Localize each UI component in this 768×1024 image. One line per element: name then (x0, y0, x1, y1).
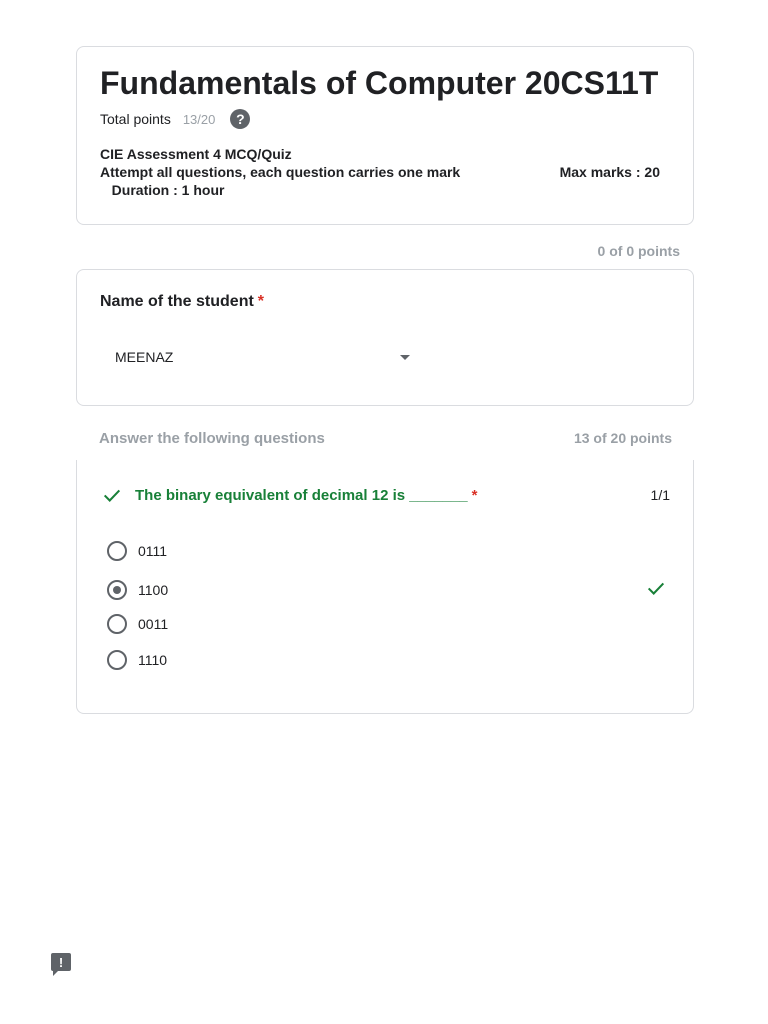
option-label: 1100 (138, 581, 169, 598)
answer-option[interactable]: 1100 (107, 577, 667, 602)
answer-option[interactable]: 0111 (107, 541, 667, 561)
checkmark-icon (645, 577, 667, 602)
required-asterisk: * (257, 293, 265, 310)
checkmark-icon (101, 484, 123, 506)
question-header: The binary equivalent of decimal 12 is _… (101, 484, 670, 506)
section-points: 13 of 20 points (573, 430, 672, 446)
radio-button[interactable] (107, 541, 127, 561)
option-label: 0111 (138, 543, 168, 559)
option-label: 1110 (138, 652, 168, 668)
dropdown-arrow-icon (400, 354, 410, 360)
description-line: Duration : 1 hour (100, 182, 225, 198)
max-marks: Max marks : 20 (559, 164, 660, 180)
section-points: 0 of 0 points (597, 243, 680, 259)
question-score: 1/1 (650, 487, 670, 503)
option-label: 0011 (138, 616, 169, 632)
feedback-icon[interactable]: ! (51, 953, 71, 976)
help-icon[interactable]: ? (230, 109, 251, 129)
answer-option[interactable]: 0011 (107, 614, 667, 634)
form-description: CIE Assessment 4 MCQ/Quiz Attempt all qu… (100, 145, 660, 199)
description-line: CIE Assessment 4 MCQ/Quiz (100, 146, 292, 162)
question-title-text: The binary equivalent of decimal 12 is _… (135, 486, 468, 504)
dropdown-selected-value: MEENAZ (115, 349, 174, 365)
total-points-row: Total points 13/20 ? (100, 109, 251, 129)
radio-button[interactable] (107, 650, 127, 670)
form-header-card: Fundamentals of Computer 20CS11T Total p… (76, 46, 694, 225)
question-card-binary: The binary equivalent of decimal 12 is _… (76, 460, 694, 714)
required-asterisk: * (471, 486, 478, 504)
radio-button[interactable] (107, 614, 127, 634)
total-points-label: Total points (100, 111, 171, 127)
total-points-value: 13/20 (182, 111, 216, 127)
question-title-text: Name of the student (100, 293, 254, 310)
radio-button-selected[interactable] (107, 579, 127, 600)
description-line: Attempt all questions, each question car… (100, 164, 461, 180)
question-title: The binary equivalent of decimal 12 is _… (135, 487, 478, 504)
form-title: Fundamentals of Computer 20CS11T (100, 65, 659, 101)
student-name-dropdown[interactable]: MEENAZ (100, 336, 430, 378)
question-card-name: Name of the student * MEENAZ (76, 269, 694, 406)
question-title: Name of the student * (100, 293, 264, 311)
section-title: Answer the following questions (99, 430, 325, 447)
description-row: Attempt all questions, each question car… (100, 163, 660, 181)
answer-option[interactable]: 1110 (107, 650, 667, 670)
